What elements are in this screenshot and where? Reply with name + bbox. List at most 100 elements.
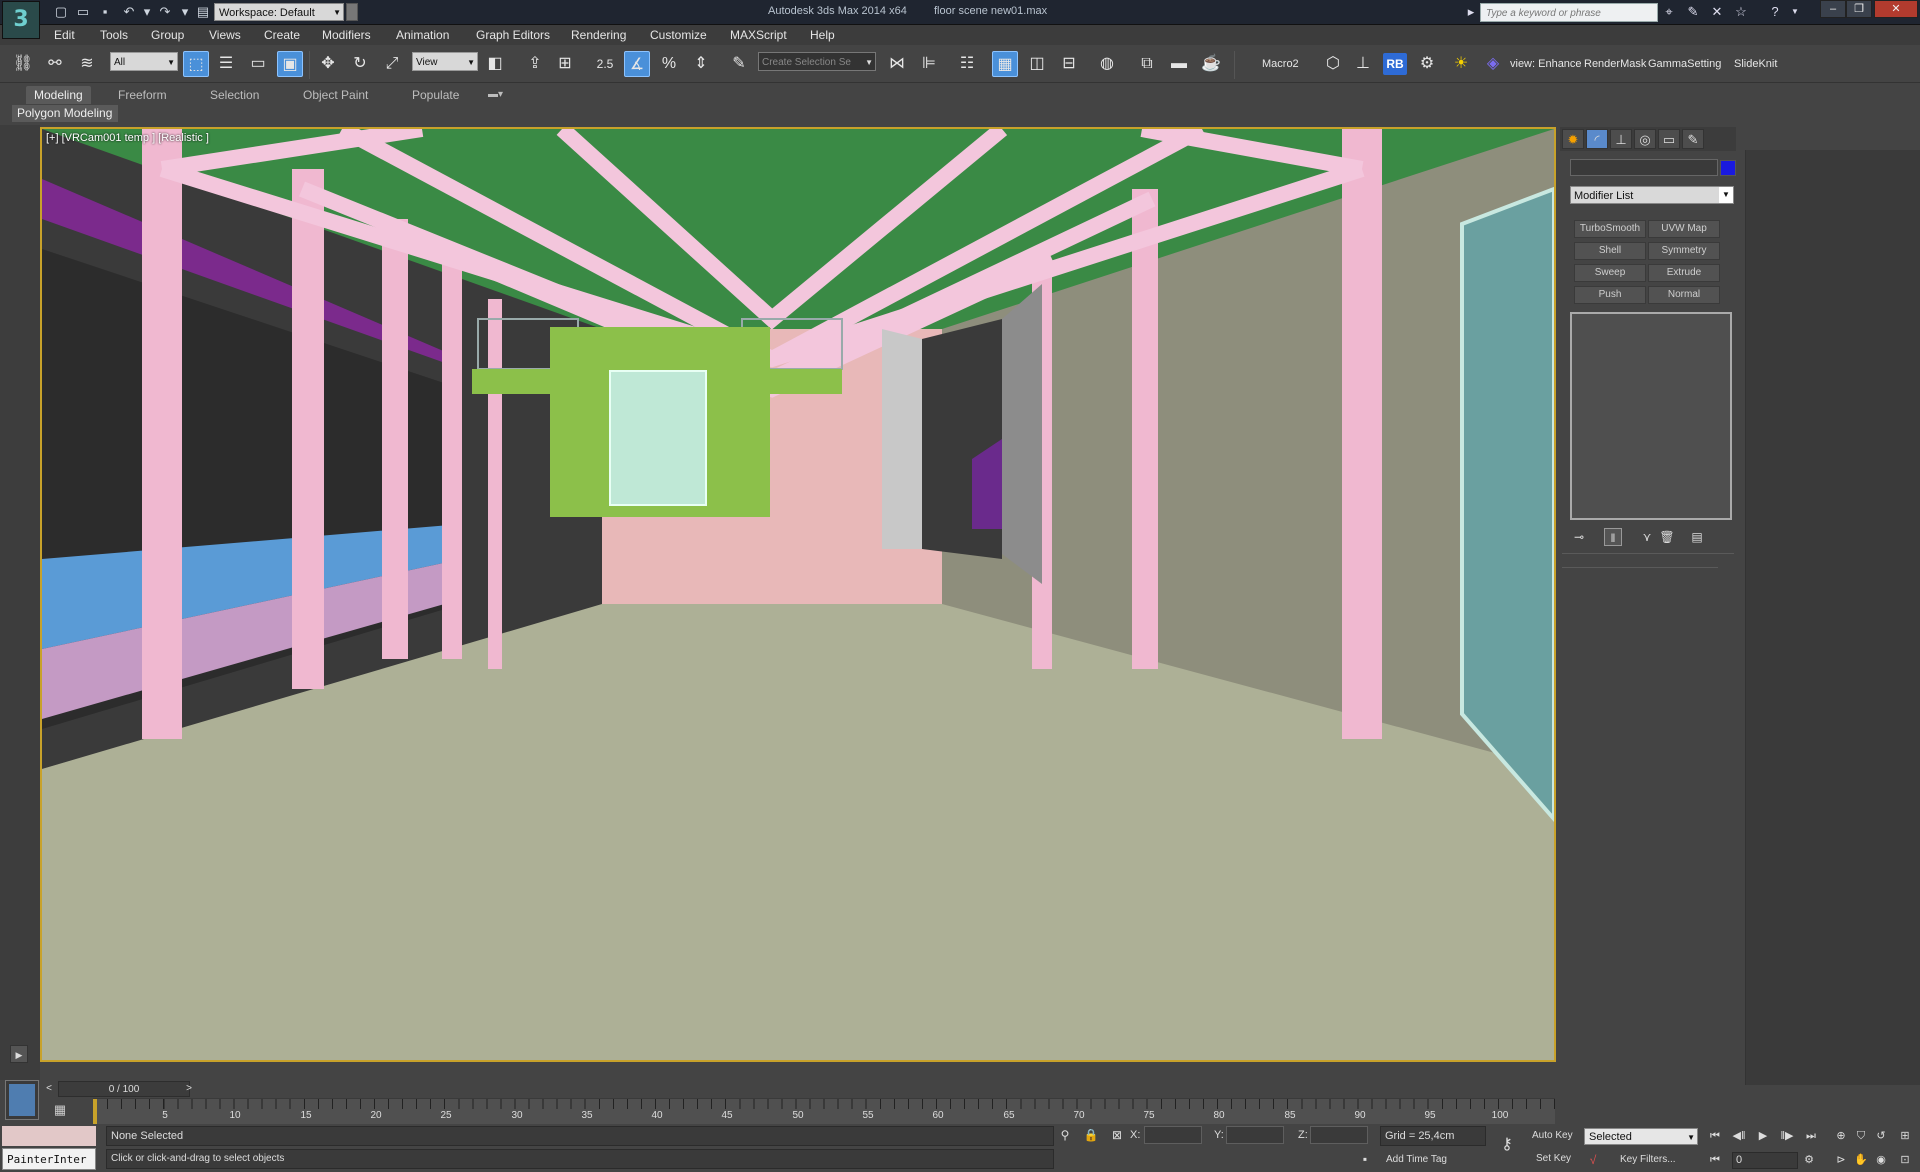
goto-start-icon[interactable]: ⏮ bbox=[1706, 1127, 1724, 1145]
time-configuration-icon[interactable]: ⚙ bbox=[1800, 1151, 1818, 1169]
menu-group[interactable]: Group bbox=[151, 28, 184, 42]
gamma-setting-button[interactable]: GammaSetting bbox=[1648, 58, 1721, 70]
modify-tab-icon[interactable]: ◜ bbox=[1586, 129, 1608, 149]
mirror-icon[interactable]: ⋈ bbox=[884, 51, 910, 77]
rotate-icon[interactable]: ↻ bbox=[347, 51, 373, 77]
rb-button[interactable]: RB bbox=[1383, 53, 1407, 75]
scale-icon[interactable]: ⤢ bbox=[379, 51, 405, 77]
create-tab-icon[interactable]: ✹ bbox=[1562, 129, 1584, 149]
z-coord-input[interactable] bbox=[1310, 1126, 1368, 1144]
pivot-center-icon[interactable]: ◧ bbox=[482, 51, 508, 77]
viewport-label[interactable]: [+] [VRCam001 temp ] [Realistic ] bbox=[46, 132, 209, 144]
key-mode-toggle-icon[interactable]: ⏮ bbox=[1706, 1151, 1724, 1169]
tab-populate[interactable]: Populate bbox=[404, 86, 467, 104]
undo-icon[interactable]: ↶ bbox=[120, 4, 138, 20]
maximize-viewport-icon[interactable]: ⊞ bbox=[1896, 1127, 1914, 1145]
menu-animation[interactable]: Animation bbox=[396, 28, 449, 42]
isolate-selection-icon[interactable]: ⚲ bbox=[1056, 1126, 1074, 1144]
normal-button[interactable]: Normal bbox=[1648, 286, 1720, 304]
help-dropdown-icon[interactable]: ▼ bbox=[1786, 3, 1804, 21]
utilities-tab-icon[interactable]: ✎ bbox=[1682, 129, 1704, 149]
show-end-result-icon[interactable]: ‖ bbox=[1604, 528, 1622, 546]
select-and-link-icon[interactable]: ⛓ bbox=[10, 51, 36, 77]
default-in-out-tangent-icon[interactable]: √ bbox=[1584, 1151, 1602, 1169]
zoom-all-icon[interactable]: ⛉ bbox=[1852, 1127, 1870, 1145]
menu-maxscript[interactable]: MAXScript bbox=[730, 28, 787, 42]
select-object-icon[interactable]: ⬚ bbox=[183, 51, 209, 77]
x-coord-input[interactable] bbox=[1144, 1126, 1202, 1144]
reference-coordinate-dropdown[interactable]: View ▼ bbox=[412, 52, 478, 71]
motion-tab-icon[interactable]: ◎ bbox=[1634, 129, 1656, 149]
graphite-toggle-icon[interactable]: ▦ bbox=[992, 51, 1018, 77]
configure-modifier-sets-icon[interactable]: ▤ bbox=[1688, 528, 1706, 546]
undo-dropdown-icon[interactable]: ▾ bbox=[138, 4, 156, 20]
render-production-icon[interactable]: ☕ bbox=[1198, 51, 1224, 77]
layer-manager-icon[interactable]: ☷ bbox=[954, 51, 980, 77]
transform-mode-icon[interactable]: ⊠ bbox=[1108, 1126, 1126, 1144]
polygon-modeling-panel[interactable]: Polygon Modeling bbox=[12, 105, 118, 122]
project-folder-icon[interactable]: ▤ bbox=[194, 4, 212, 20]
workspace-dropdown[interactable]: Workspace: Default ▼ bbox=[214, 3, 344, 21]
menu-modifiers[interactable]: Modifiers bbox=[322, 28, 371, 42]
menu-customize[interactable]: Customize bbox=[650, 28, 707, 42]
tab-freeform[interactable]: Freeform bbox=[110, 86, 175, 104]
move-icon[interactable]: ✥ bbox=[315, 51, 341, 77]
sun-light-icon[interactable]: ☀ bbox=[1448, 51, 1474, 77]
ribbon-options-icon[interactable]: ▬▾ bbox=[480, 86, 511, 104]
angle-snap-icon[interactable]: ∡ bbox=[624, 51, 650, 77]
nodes-icon[interactable]: ⚙ bbox=[1414, 51, 1440, 77]
sweep-button[interactable]: Sweep bbox=[1574, 264, 1646, 282]
auto-key-button[interactable]: Auto Key bbox=[1532, 1130, 1573, 1141]
next-frame-arrow-icon[interactable]: > bbox=[182, 1081, 196, 1097]
binoculars-icon[interactable]: ⌖ bbox=[1660, 3, 1678, 21]
bind-space-warp-icon[interactable]: ≋ bbox=[74, 51, 100, 77]
display-tab-icon[interactable]: ▭ bbox=[1658, 129, 1680, 149]
save-file-icon[interactable]: ▪ bbox=[96, 4, 114, 20]
align-icon[interactable]: ⊫ bbox=[916, 51, 942, 77]
modifier-stack[interactable] bbox=[1570, 312, 1732, 520]
window-crossing-icon[interactable]: ▣ bbox=[277, 51, 303, 77]
key-mode-dropdown[interactable]: Selected ▼ bbox=[1584, 1128, 1698, 1145]
curve-editor-icon[interactable]: ◫ bbox=[1024, 51, 1050, 77]
snap-toggle-icon[interactable]: 2.5 bbox=[592, 51, 618, 77]
timeline-ruler[interactable]: 5 10 15 20 25 30 35 40 45 50 55 60 65 70… bbox=[93, 1098, 1555, 1125]
select-by-name-icon[interactable]: ☰ bbox=[213, 51, 239, 77]
minimize-button[interactable]: – bbox=[1820, 0, 1846, 18]
viewport[interactable]: [+] [VRCam001 temp ] [Realistic ] bbox=[40, 127, 1556, 1062]
time-slider[interactable]: 0 / 100 bbox=[58, 1081, 190, 1097]
diamond-grid-icon[interactable]: ◈ bbox=[1480, 51, 1506, 77]
tab-selection[interactable]: Selection bbox=[202, 86, 267, 104]
render-mask-button[interactable]: RenderMask bbox=[1584, 58, 1646, 70]
orbit-icon[interactable]: ↺ bbox=[1872, 1127, 1890, 1145]
zoom-icon[interactable]: ⊕ bbox=[1832, 1127, 1850, 1145]
workspace-menu-button[interactable] bbox=[346, 3, 358, 21]
box-object-icon[interactable]: ⬡ bbox=[1320, 51, 1346, 77]
object-name-field[interactable] bbox=[1570, 159, 1718, 176]
help-icon[interactable]: ? bbox=[1766, 3, 1784, 21]
painter-inter-label[interactable]: PainterInter bbox=[2, 1148, 96, 1170]
set-key-button[interactable]: Set Key bbox=[1536, 1153, 1571, 1164]
min-max-toggle-icon[interactable]: ⊡ bbox=[1896, 1151, 1914, 1169]
set-key-mode-icon[interactable]: ⚷ bbox=[1494, 1136, 1520, 1154]
manipulate-icon[interactable]: ⊞ bbox=[552, 51, 578, 77]
percent-snap-icon[interactable]: % bbox=[656, 51, 682, 77]
redo-icon[interactable]: ↷ bbox=[156, 4, 174, 20]
spinner-snap-icon[interactable]: ⇕ bbox=[688, 51, 714, 77]
turbosmooth-button[interactable]: TurboSmooth bbox=[1574, 220, 1646, 238]
redo-dropdown-icon[interactable]: ▾ bbox=[176, 4, 194, 20]
key-filters-button[interactable]: Key Filters... bbox=[1620, 1154, 1676, 1165]
restore-button[interactable]: ❐ bbox=[1846, 0, 1872, 18]
timeline-current-marker[interactable] bbox=[93, 1099, 97, 1125]
new-file-icon[interactable]: ▢ bbox=[52, 4, 70, 20]
hierarchy-icon[interactable]: ⊥ bbox=[1350, 51, 1376, 77]
play-icon[interactable]: ▶ bbox=[1754, 1127, 1772, 1145]
next-frame-icon[interactable]: ‖▶ bbox=[1778, 1127, 1796, 1145]
favorites-star-icon[interactable]: ☆ bbox=[1732, 3, 1750, 21]
symmetry-button[interactable]: Symmetry bbox=[1648, 242, 1720, 260]
object-color-swatch[interactable] bbox=[1720, 160, 1736, 176]
menu-graph-editors[interactable]: Graph Editors bbox=[476, 28, 550, 42]
search-input[interactable]: Type a keyword or phrase bbox=[1480, 3, 1658, 22]
prev-frame-arrow-icon[interactable]: < bbox=[42, 1081, 56, 1097]
app-logo-icon[interactable]: 3 bbox=[2, 1, 40, 39]
previous-frame-icon[interactable]: ◀‖ bbox=[1730, 1127, 1748, 1145]
